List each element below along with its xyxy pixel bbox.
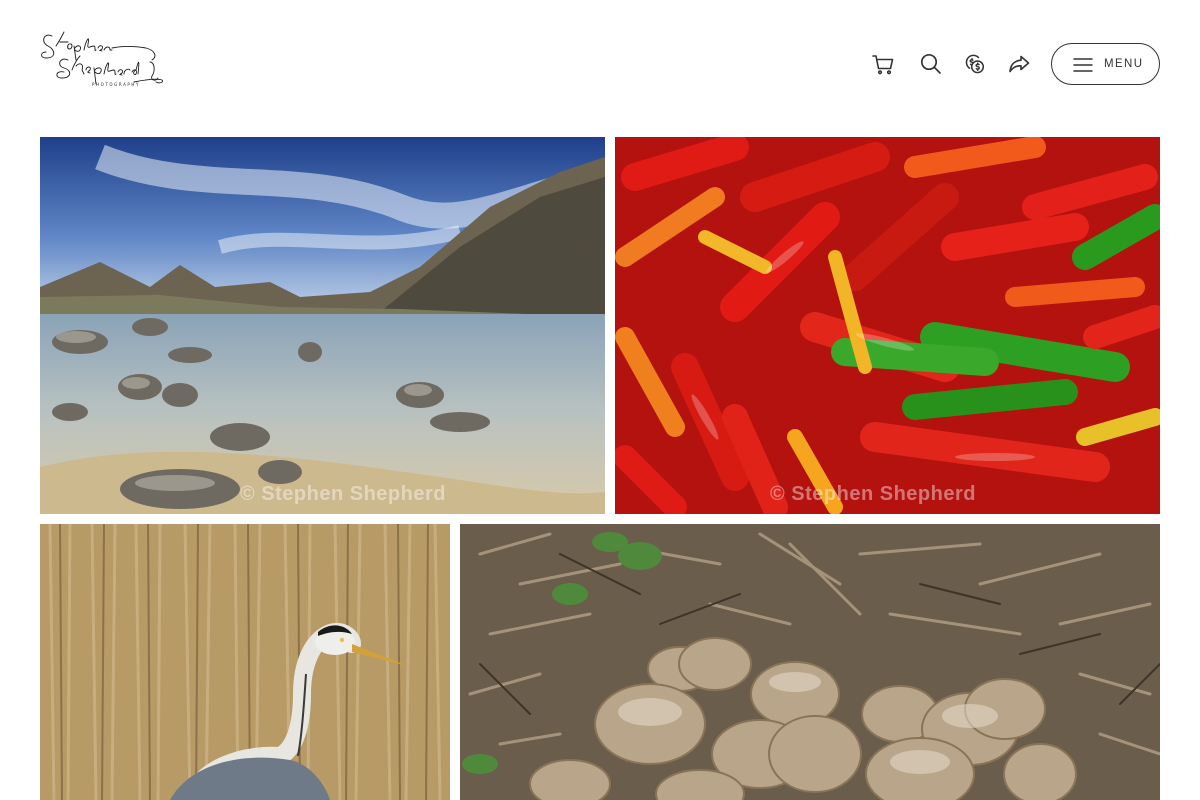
currency-button[interactable] (961, 50, 989, 78)
lake-mountains-photo[interactable]: © Stephen Shepherd (40, 137, 605, 514)
lake-watermark: © Stephen Shepherd (240, 483, 446, 505)
menu-button[interactable]: MENU (1051, 43, 1160, 85)
share-icon (1009, 55, 1030, 73)
menu-label: MENU (1104, 58, 1144, 70)
chillies-photo[interactable]: © Stephen Shepherd (615, 137, 1160, 514)
currency-icon (965, 54, 985, 74)
lake-image (40, 137, 605, 514)
site-header: PHOTOGRAPHY MENU (0, 0, 1200, 127)
hamburger-icon (1073, 58, 1093, 72)
fungi-photo[interactable] (460, 524, 1160, 800)
share-button[interactable] (1005, 50, 1033, 78)
logo-subtitle: PHOTOGRAPHY (92, 82, 141, 87)
cart-button[interactable] (869, 50, 897, 78)
search-button[interactable] (917, 50, 945, 78)
fungi-image (460, 524, 1160, 800)
chillies-watermark: © Stephen Shepherd (770, 483, 976, 505)
heron-image (40, 524, 450, 800)
chillies-image (615, 137, 1160, 514)
search-icon (920, 53, 941, 74)
heron-photo[interactable] (40, 524, 450, 800)
cart-icon (872, 55, 894, 75)
